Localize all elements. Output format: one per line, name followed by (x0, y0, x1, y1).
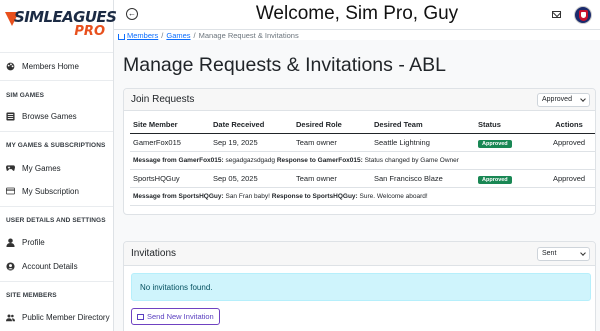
cell-role: Team owner (293, 169, 371, 188)
breadcrumb-separator: / (193, 31, 196, 40)
response-text: Status changed by Game Owner (364, 157, 459, 164)
invitations-card: Invitations Sent No invitations found. S… (123, 241, 596, 331)
invitations-title: Invitations (131, 248, 177, 259)
sidebar-heading-user-details: USER DETAILS AND SETTINGS (6, 217, 106, 224)
join-requests-title: Join Requests (131, 94, 195, 105)
logo-text-top: SIMLEAGUES (14, 8, 117, 26)
response-text: Sure. Welcome aboard! (359, 193, 428, 200)
select-value: Approved (542, 96, 572, 103)
sidebar-item-profile[interactable]: Profile (6, 235, 45, 249)
response-label: Response to GamerFox015: (276, 157, 363, 164)
avatar[interactable] (574, 6, 592, 24)
column-header: Status (475, 116, 543, 134)
palette-icon (6, 62, 15, 71)
send-new-invitation-button[interactable]: Send New Invitation (131, 308, 220, 325)
breadcrumb-members-link[interactable]: Members (127, 31, 158, 40)
sidebar-divider (0, 52, 113, 53)
column-header: Actions (543, 116, 595, 134)
table-row: GamerFox015 Sep 19, 2025 Team owner Seat… (130, 133, 595, 152)
no-invitations-alert: No invitations found. (131, 273, 591, 301)
join-requests-card: Join Requests Approved Site Member Date … (123, 88, 596, 215)
cell-date: Sep 19, 2025 (210, 133, 293, 152)
cell-member: SportsHQGuy (130, 169, 210, 188)
cell-team: San Francisco Blaze (371, 169, 475, 188)
sidebar-item-label: Browse Games (22, 111, 77, 121)
sidebar-item-my-games[interactable]: My Games (6, 161, 61, 175)
top-bar: ← Welcome, Sim Pro, Guy (114, 0, 600, 30)
sidebar-item-public-directory[interactable]: Public Member Directory (6, 310, 110, 324)
gamepad-icon (6, 164, 15, 173)
sidebar-item-label: My Games (22, 163, 61, 173)
breadcrumb-games-link[interactable]: Games (166, 31, 190, 40)
cell-date: Sep 05, 2025 (210, 169, 293, 188)
column-header: Site Member (130, 116, 210, 134)
message-text: segadgazsdgadg (225, 157, 276, 164)
column-header: Desired Role (293, 116, 371, 134)
sidebar-heading-sim-games: SIM GAMES (6, 92, 45, 99)
sidebar-item-label: Members Home (22, 61, 79, 71)
breadcrumb-current: Manage Request & Invitations (198, 31, 299, 40)
message-label: Message from GamerFox015: (133, 157, 224, 164)
status-badge: Approved (478, 139, 512, 148)
sidebar-item-label: Profile (22, 237, 45, 247)
sidebar-item-account-details[interactable]: Account Details (6, 259, 78, 273)
chevron-down-icon (580, 250, 586, 256)
sidebar-divider (0, 131, 113, 132)
column-header: Date Received (210, 116, 293, 134)
credit-card-icon (6, 187, 15, 196)
sidebar-divider (0, 80, 113, 81)
table-row: SportsHQGuy Sep 05, 2025 Team owner San … (130, 169, 595, 188)
chevron-down-icon (580, 96, 586, 102)
welcome-heading: Welcome, Sim Pro, Guy (255, 3, 459, 24)
cell-role: Team owner (293, 133, 371, 152)
sidebar-item-label: Account Details (22, 261, 78, 271)
message-cell: Message from GamerFox015: segadgazsdgadg… (130, 151, 595, 170)
envelope-icon (137, 313, 144, 320)
sidebar-item-label: My Subscription (22, 186, 79, 196)
users-icon (6, 313, 15, 322)
cell-team: Seattle Lightning (371, 133, 475, 152)
cell-member: GamerFox015 (130, 133, 210, 152)
sidebar-heading-my-games: MY GAMES & SUBSCRIPTIONS (6, 142, 106, 149)
home-icon (118, 33, 125, 40)
message-row: Message from GamerFox015: segadgazsdgadg… (130, 151, 595, 170)
cell-action: Approved (543, 133, 595, 152)
sidebar-divider (0, 281, 113, 282)
message-label: Message from SportsHQGuy: (133, 193, 224, 200)
join-requests-header: Join Requests Approved (124, 89, 595, 111)
page-title: Manage Requests & Invitations - ABL (123, 54, 447, 76)
cell-action: Approved (543, 169, 595, 188)
join-requests-status-select[interactable]: Approved (537, 93, 590, 107)
sidebar: SIMLEAGUES PRO Members Home SIM GAMES Br… (0, 0, 117, 331)
join-requests-table: Site Member Date Received Desired Role D… (130, 116, 595, 206)
sidebar-item-label: Public Member Directory (22, 312, 110, 322)
invitations-status-select[interactable]: Sent (537, 247, 590, 261)
message-text: San Fran baby! (225, 193, 270, 200)
simleagues-logo[interactable]: SIMLEAGUES PRO (5, 6, 117, 46)
sidebar-item-my-subscription[interactable]: My Subscription (6, 184, 79, 198)
breadcrumb: Members / Games / Manage Request & Invit… (118, 31, 299, 40)
mail-icon[interactable] (552, 11, 561, 18)
cell-status: Approved (475, 133, 543, 152)
message-cell: Message from SportsHQGuy: San Fran baby!… (130, 187, 595, 206)
sidebar-item-browse-games[interactable]: Browse Games (6, 109, 77, 123)
user-icon (6, 237, 15, 247)
sidebar-divider (0, 206, 113, 207)
list-icon (6, 111, 15, 121)
user-circle-icon (6, 261, 15, 271)
invitations-header: Invitations Sent (124, 242, 595, 266)
breadcrumb-separator: / (161, 31, 164, 40)
sidebar-heading-site-members: SITE MEMBERS (6, 292, 57, 299)
sidebar-item-members-home[interactable]: Members Home (6, 59, 79, 73)
message-row: Message from SportsHQGuy: San Fran baby!… (130, 187, 595, 206)
select-value: Sent (542, 250, 557, 257)
status-badge: Approved (478, 175, 512, 184)
send-button-label: Send New Invitation (147, 312, 214, 321)
logo-text-bottom: PRO (74, 24, 105, 39)
response-label: Response to SportsHQGuy: (271, 193, 358, 200)
column-header: Desired Team (371, 116, 475, 134)
cell-status: Approved (475, 169, 543, 188)
